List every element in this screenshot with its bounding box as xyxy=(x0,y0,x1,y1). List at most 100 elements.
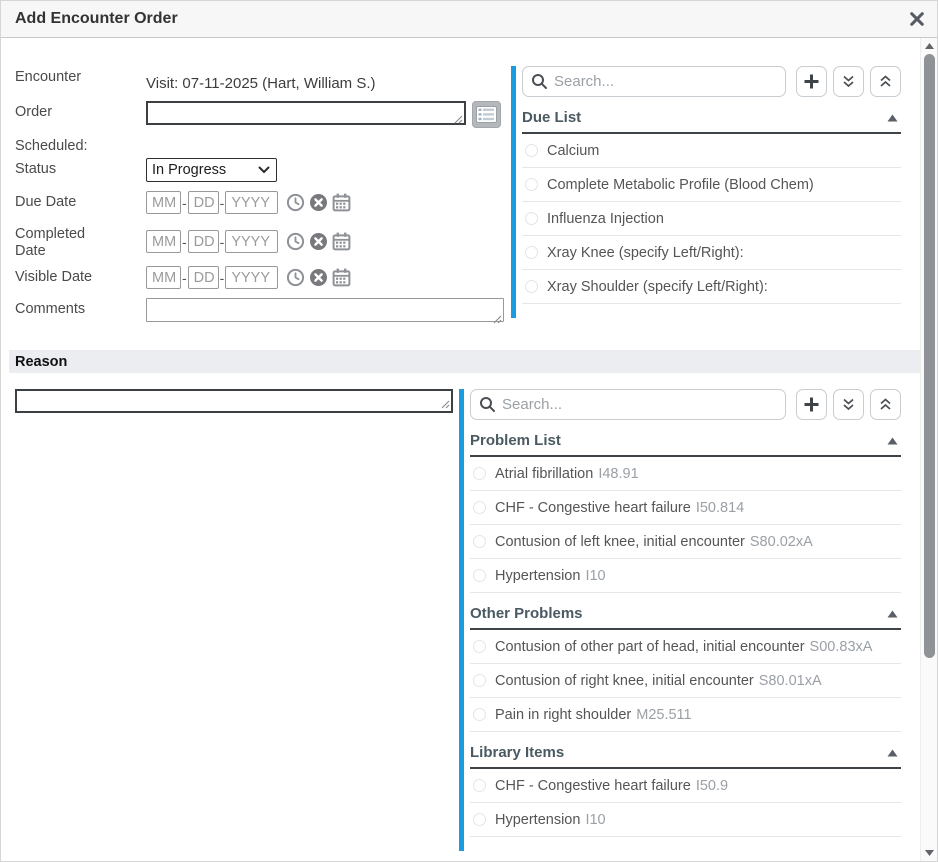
date-separator: - xyxy=(220,270,225,286)
clear-icon xyxy=(309,232,328,251)
add-encounter-order-dialog: Add Encounter Order Encounter Visit: 07-… xyxy=(0,0,938,862)
section-header[interactable]: Other Problems xyxy=(470,602,901,630)
radio-icon xyxy=(473,501,486,514)
collapse-all-icon xyxy=(878,397,893,412)
radio-icon xyxy=(473,813,486,826)
order-form: Encounter Visit: 07-11-2025 (Hart, Willi… xyxy=(1,66,511,336)
completed-date-yyyy-input[interactable] xyxy=(225,230,278,253)
completed-date-time-button[interactable] xyxy=(286,232,305,251)
dialog-title: Add Encounter Order xyxy=(15,10,908,28)
collapse-section-icon[interactable] xyxy=(887,437,898,445)
completed-date-mm-input[interactable] xyxy=(146,230,181,253)
radio-icon xyxy=(473,674,486,687)
clock-icon xyxy=(286,232,305,251)
completed-date-calendar-button[interactable] xyxy=(332,232,351,251)
completed-date-clear-button[interactable] xyxy=(309,232,328,251)
visible-date-dd-input[interactable] xyxy=(188,266,219,289)
date-separator: - xyxy=(220,234,225,250)
scrollbar[interactable] xyxy=(920,38,937,861)
list-item[interactable]: HypertensionI10 xyxy=(470,559,901,593)
list-item[interactable]: Pain in right shoulderM25.511 xyxy=(470,698,901,732)
status-select[interactable]: In Progress xyxy=(146,158,277,182)
item-text: Xray Shoulder (specify Left/Right): xyxy=(547,279,768,295)
problem-list-panel: Problem List Atrial fibrillation I48.91 CHF… xyxy=(459,389,901,851)
close-button[interactable] xyxy=(908,10,926,28)
reason-expand-all-button[interactable] xyxy=(833,389,864,420)
list-item[interactable]: HypertensionI10 xyxy=(470,803,901,837)
list-item[interactable]: Contusion of left knee, initial encounte… xyxy=(470,525,901,559)
reason-search-input[interactable] xyxy=(470,389,786,420)
list-item[interactable]: Influenza Injection xyxy=(522,202,901,236)
item-code: I48.91 xyxy=(598,466,638,482)
list-item[interactable]: Contusion of right knee, initial encount… xyxy=(470,664,901,698)
due-collapse-all-button[interactable] xyxy=(870,66,901,97)
visible-date-time-button[interactable] xyxy=(286,268,305,287)
item-text: Calcium xyxy=(547,143,599,159)
section-header[interactable]: Due List xyxy=(522,106,901,134)
due-date-calendar-button[interactable] xyxy=(332,193,351,212)
radio-icon xyxy=(525,280,538,293)
scheduled-label: Scheduled: xyxy=(15,135,146,155)
due-date-clear-button[interactable] xyxy=(309,193,328,212)
list-item[interactable]: Atrial fibrillation I48.91 xyxy=(470,457,901,491)
list-item[interactable]: Xray Shoulder (specify Left/Right): xyxy=(522,270,901,304)
section-header[interactable]: Problem List xyxy=(470,429,901,457)
visible-date-clear-button[interactable] xyxy=(309,268,328,287)
due-date-mm-input[interactable] xyxy=(146,191,181,214)
due-search-input[interactable] xyxy=(522,66,786,97)
visible-date-yyyy-input[interactable] xyxy=(225,266,278,289)
due-date-dd-input[interactable] xyxy=(188,191,219,214)
collapse-section-icon[interactable] xyxy=(887,749,898,757)
reason-input[interactable] xyxy=(15,389,453,413)
due-expand-all-button[interactable] xyxy=(833,66,864,97)
scrollbar-up-icon[interactable] xyxy=(925,43,934,49)
item-text: Hypertension xyxy=(495,812,580,828)
date-separator: - xyxy=(182,195,187,211)
due-date-yyyy-input[interactable] xyxy=(225,191,278,214)
reason-collapse-all-button[interactable] xyxy=(870,389,901,420)
list-item[interactable]: Contusion of other part of head, initial… xyxy=(470,630,901,664)
date-separator: - xyxy=(220,195,225,211)
list-item[interactable]: Complete Metabolic Profile (Blood Chem) xyxy=(522,168,901,202)
item-text: Atrial fibrillation xyxy=(495,466,593,482)
close-icon xyxy=(910,12,924,26)
comments-input[interactable] xyxy=(146,298,504,322)
scrollbar-down-icon[interactable] xyxy=(925,850,934,856)
radio-icon xyxy=(525,246,538,259)
item-text: Xray Knee (specify Left/Right): xyxy=(547,245,744,261)
collapse-section-icon[interactable] xyxy=(887,114,898,122)
item-code: I50.9 xyxy=(696,778,728,794)
order-input[interactable] xyxy=(146,101,466,125)
collapse-section-icon[interactable] xyxy=(887,610,898,618)
list-item[interactable]: Xray Knee (specify Left/Right): xyxy=(522,236,901,270)
completed-date-label: Completed Date xyxy=(15,223,146,260)
expand-all-icon xyxy=(841,74,856,89)
section-header[interactable]: Library Items xyxy=(470,741,901,769)
date-separator: - xyxy=(182,270,187,286)
radio-icon xyxy=(525,178,538,191)
reason-section-header: Reason xyxy=(9,350,920,373)
section-title: Other Problems xyxy=(470,605,583,622)
search-icon xyxy=(531,73,548,90)
radio-icon xyxy=(473,640,486,653)
reason-form xyxy=(1,389,459,418)
calendar-icon xyxy=(332,232,351,251)
list-item[interactable]: CHF - Congestive heart failureI50.9 xyxy=(470,769,901,803)
dialog-titlebar: Add Encounter Order xyxy=(1,1,937,38)
completed-date-dd-input[interactable] xyxy=(188,230,219,253)
visible-date-calendar-button[interactable] xyxy=(332,268,351,287)
reason-title: Reason xyxy=(15,354,67,370)
due-add-button[interactable] xyxy=(796,66,827,97)
reason-add-button[interactable] xyxy=(796,389,827,420)
item-code: M25.511 xyxy=(636,707,691,723)
order-lookup-button[interactable] xyxy=(472,101,501,128)
due-date-time-button[interactable] xyxy=(286,193,305,212)
radio-icon xyxy=(473,535,486,548)
scrollbar-thumb[interactable] xyxy=(924,54,935,658)
search-icon xyxy=(479,396,496,413)
expand-all-icon xyxy=(841,397,856,412)
radio-icon xyxy=(525,212,538,225)
list-item[interactable]: Calcium xyxy=(522,134,901,168)
list-item[interactable]: CHF - Congestive heart failureI50.814 xyxy=(470,491,901,525)
visible-date-mm-input[interactable] xyxy=(146,266,181,289)
